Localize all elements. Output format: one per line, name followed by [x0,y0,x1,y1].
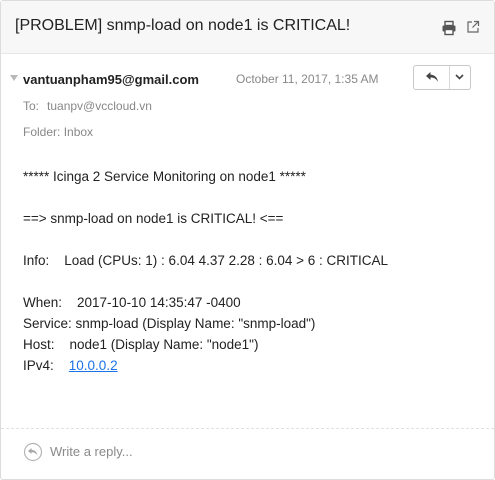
reply-arrow-icon [426,72,438,82]
folder-value: Inbox [63,125,94,139]
ipv4-link[interactable]: 10.0.0.2 [69,358,118,373]
reply-options-button[interactable] [449,66,470,89]
pop-out-icon[interactable] [466,20,482,36]
conversation-header: [PROBLEM] snmp-load on node1 is CRITICAL… [1,1,494,54]
body-banner: ***** Icinga 2 Service Monitoring on nod… [23,169,306,184]
message-date: October 11, 2017, 1:35 AM [236,72,379,86]
to-label: To: [23,99,40,113]
recipient-email[interactable]: tuanpv@vccloud.vn [47,99,152,113]
recipient-row: To: tuanpv@vccloud.vn [23,99,152,113]
sender-email[interactable]: vantuanpham95@gmail.com [23,72,199,87]
reply-divider [1,428,494,429]
body-host: Host: node1 (Display Name: "node1") [23,337,259,352]
message-window: [PROBLEM] snmp-load on node1 is CRITICAL… [0,0,495,480]
reply-placeholder: Write a reply... [50,444,133,459]
reply-box[interactable]: Write a reply... [23,442,483,462]
reply-button-group [413,65,471,90]
message-subject: [PROBLEM] snmp-load on node1 is CRITICAL… [15,17,351,34]
body-service: Service: snmp-load (Display Name: "snmp-… [23,316,316,331]
chevron-down-icon [455,74,464,80]
collapse-triangle-icon[interactable] [10,75,18,81]
reply-circle-icon [23,442,43,462]
folder-row: Folder: Inbox [23,125,93,139]
reply-button[interactable] [414,66,450,89]
body-info: Info: Load (CPUs: 1) : 6.04 4.37 2.28 : … [23,253,389,268]
body-when: When: 2017-10-10 14:35:47 -0400 [23,295,241,310]
body-alert: ==> snmp-load on node1 is CRITICAL! <== [23,211,284,226]
printer-icon[interactable] [441,20,457,36]
ipv4-label: IPv4: [23,358,69,373]
folder-label: Folder: [23,125,61,139]
body-ipv4: IPv4: 10.0.0.2 [23,358,118,373]
